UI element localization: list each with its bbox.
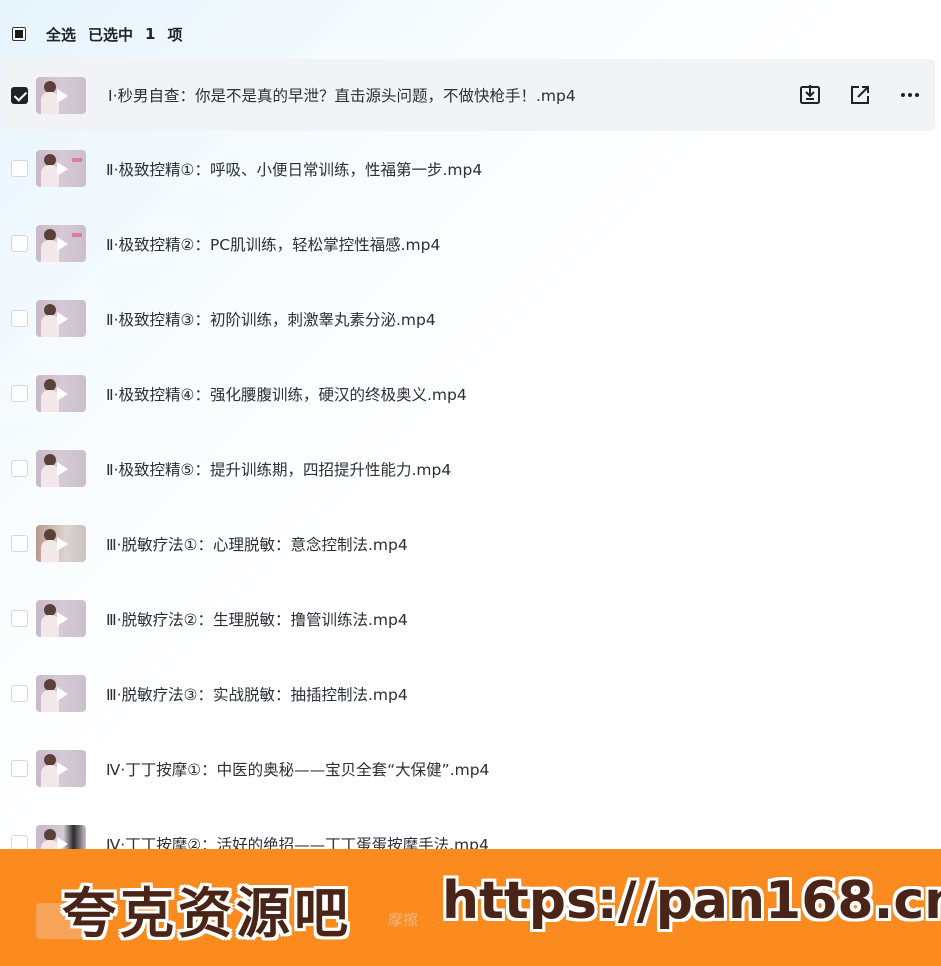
file-name[interactable]: Ⅲ·脱敏疗法③：实战脱敏：抽插控制法.mp4 <box>106 683 408 705</box>
video-thumbnail <box>36 150 86 187</box>
selected-prefix: 已选中 <box>88 25 134 44</box>
video-thumbnail <box>36 300 86 337</box>
file-checkbox[interactable] <box>11 160 28 177</box>
download-icon[interactable] <box>799 84 821 106</box>
play-icon <box>57 612 68 626</box>
play-icon <box>57 312 68 326</box>
play-icon <box>57 687 68 701</box>
file-name[interactable]: Ⅱ·极致控精②：PC肌训练，轻松掌控性福感.mp4 <box>106 233 440 255</box>
select-all-checkbox[interactable] <box>12 27 26 41</box>
selection-header: 全选 已选中 1 项 <box>0 0 941 68</box>
file-row-3[interactable]: Ⅱ·极致控精②：PC肌训练，轻松掌控性福感.mp4 <box>0 206 941 281</box>
watermark-banner: 摩擦 夸克资源吧 https://pan168.cn <box>0 849 941 966</box>
file-checkbox[interactable] <box>11 310 28 327</box>
file-row-6[interactable]: Ⅱ·极致控精⑤：提升训练期，四招提升性能力.mp4 <box>0 431 941 506</box>
banner-url: https://pan168.cn <box>442 871 941 931</box>
file-checkbox[interactable] <box>11 685 28 702</box>
file-checkbox[interactable] <box>11 610 28 627</box>
file-row-2[interactable]: Ⅱ·极致控精①：呼吸、小便日常训练，性福第一步.mp4 <box>0 131 941 206</box>
file-name[interactable]: Ⅲ·脱敏疗法①：心理脱敏：意念控制法.mp4 <box>106 533 408 555</box>
video-thumbnail <box>36 450 86 487</box>
play-icon <box>57 387 68 401</box>
selected-suffix: 项 <box>167 25 183 44</box>
file-name[interactable]: Ⅳ·丁丁按摩①：中医的奥秘——宝贝全套“大保健”.mp4 <box>106 758 489 780</box>
file-row-8[interactable]: Ⅲ·脱敏疗法②：生理脱敏：撸管训练法.mp4 <box>0 581 941 656</box>
file-name[interactable]: Ⅱ·极致控精①：呼吸、小便日常训练，性福第一步.mp4 <box>106 158 482 180</box>
row-actions <box>771 59 921 131</box>
file-row-5[interactable]: Ⅱ·极致控精④：强化腰腹训练，硬汉的终极奥义.mp4 <box>0 356 941 431</box>
file-list-page: 全选 已选中 1 项 Ⅰ·秒男自查：你是不是真的早泄？直击源头问题，不做快枪手！… <box>0 0 941 966</box>
file-row-4[interactable]: Ⅱ·极致控精③：初阶训练，刺激睾丸素分泌.mp4 <box>0 281 941 356</box>
video-thumbnail <box>36 600 86 637</box>
play-icon <box>57 537 68 551</box>
file-checkbox[interactable] <box>11 535 28 552</box>
file-checkbox[interactable] <box>11 385 28 402</box>
video-thumbnail <box>36 225 86 262</box>
thumbnail-stripe <box>72 233 82 237</box>
play-icon <box>57 88 68 103</box>
partial-row-text: 摩擦 <box>388 911 419 929</box>
share-icon[interactable] <box>849 84 871 106</box>
file-checkbox[interactable] <box>11 235 28 252</box>
selected-count: 1 <box>145 25 156 43</box>
file-checkbox[interactable] <box>11 760 28 777</box>
file-name[interactable]: Ⅱ·极致控精④：强化腰腹训练，硬汉的终极奥义.mp4 <box>106 383 467 405</box>
file-row-7[interactable]: Ⅲ·脱敏疗法①：心理脱敏：意念控制法.mp4 <box>0 506 941 581</box>
file-list: Ⅰ·秒男自查：你是不是真的早泄？直击源头问题，不做快枪手！.mp4 Ⅱ·极致控精… <box>0 59 941 881</box>
file-name[interactable]: Ⅲ·脱敏疗法②：生理脱敏：撸管训练法.mp4 <box>106 608 408 630</box>
select-all-label[interactable]: 全选 <box>46 24 76 45</box>
file-checkbox[interactable] <box>11 460 28 477</box>
thumbnail-stripe <box>72 158 82 162</box>
play-icon <box>57 462 68 476</box>
video-thumbnail <box>36 76 86 114</box>
file-name[interactable]: Ⅱ·极致控精⑤：提升训练期，四招提升性能力.mp4 <box>106 458 451 480</box>
more-icon[interactable] <box>899 84 921 106</box>
video-thumbnail <box>36 375 86 412</box>
banner-brand: 夸克资源吧 <box>62 881 352 945</box>
file-row-10[interactable]: Ⅳ·丁丁按摩①：中医的奥秘——宝贝全套“大保健”.mp4 <box>0 731 941 806</box>
play-icon <box>57 162 68 176</box>
file-checkbox[interactable] <box>11 86 28 104</box>
file-row-1[interactable]: Ⅰ·秒男自查：你是不是真的早泄？直击源头问题，不做快枪手！.mp4 <box>2 59 935 131</box>
video-thumbnail <box>36 525 86 562</box>
video-thumbnail <box>36 675 86 712</box>
video-thumbnail <box>36 750 86 787</box>
file-name[interactable]: Ⅱ·极致控精③：初阶训练，刺激睾丸素分泌.mp4 <box>106 308 436 330</box>
file-name[interactable]: Ⅰ·秒男自查：你是不是真的早泄？直击源头问题，不做快枪手！.mp4 <box>108 84 576 106</box>
play-icon <box>57 762 68 776</box>
file-row-9[interactable]: Ⅲ·脱敏疗法③：实战脱敏：抽插控制法.mp4 <box>0 656 941 731</box>
play-icon <box>57 237 68 251</box>
person-figure <box>44 80 56 93</box>
